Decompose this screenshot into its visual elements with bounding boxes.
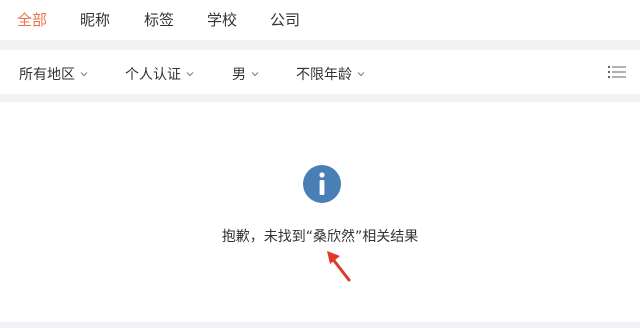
arrow-annotation-icon (327, 251, 351, 282)
tab-school[interactable]: 学校 (207, 9, 237, 30)
tab-nickname[interactable]: 昵称 (80, 9, 110, 30)
gender-filter-label: 男 (232, 67, 246, 83)
verification-filter-label: 个人认证 (125, 67, 181, 83)
tab-all[interactable]: 全部 (17, 9, 47, 30)
filter-bar: 所有地区 个人认证 男 不限年龄 (0, 50, 640, 94)
region-filter[interactable]: 所有地区 (19, 64, 89, 84)
chevron-down-icon (357, 72, 365, 77)
tab-company[interactable]: 公司 (270, 9, 300, 30)
search-type-tabs: 全部 昵称 标签 学校 公司 (0, 0, 640, 40)
empty-results-message: 抱歉，未找到“桑欣然”相关结果 (221, 229, 419, 245)
age-filter-label: 不限年龄 (296, 67, 352, 83)
verification-filter[interactable]: 个人认证 (125, 64, 195, 84)
info-icon (303, 165, 341, 203)
list-icon[interactable] (608, 65, 626, 79)
chevron-down-icon (251, 72, 259, 77)
empty-results-panel: 抱歉，未找到“桑欣然”相关结果 (0, 102, 640, 322)
age-filter[interactable]: 不限年龄 (296, 64, 366, 84)
tab-tags[interactable]: 标签 (144, 9, 174, 30)
region-filter-label: 所有地区 (19, 67, 75, 83)
chevron-down-icon (186, 72, 194, 77)
gender-filter[interactable]: 男 (232, 64, 260, 84)
chevron-down-icon (80, 72, 88, 77)
